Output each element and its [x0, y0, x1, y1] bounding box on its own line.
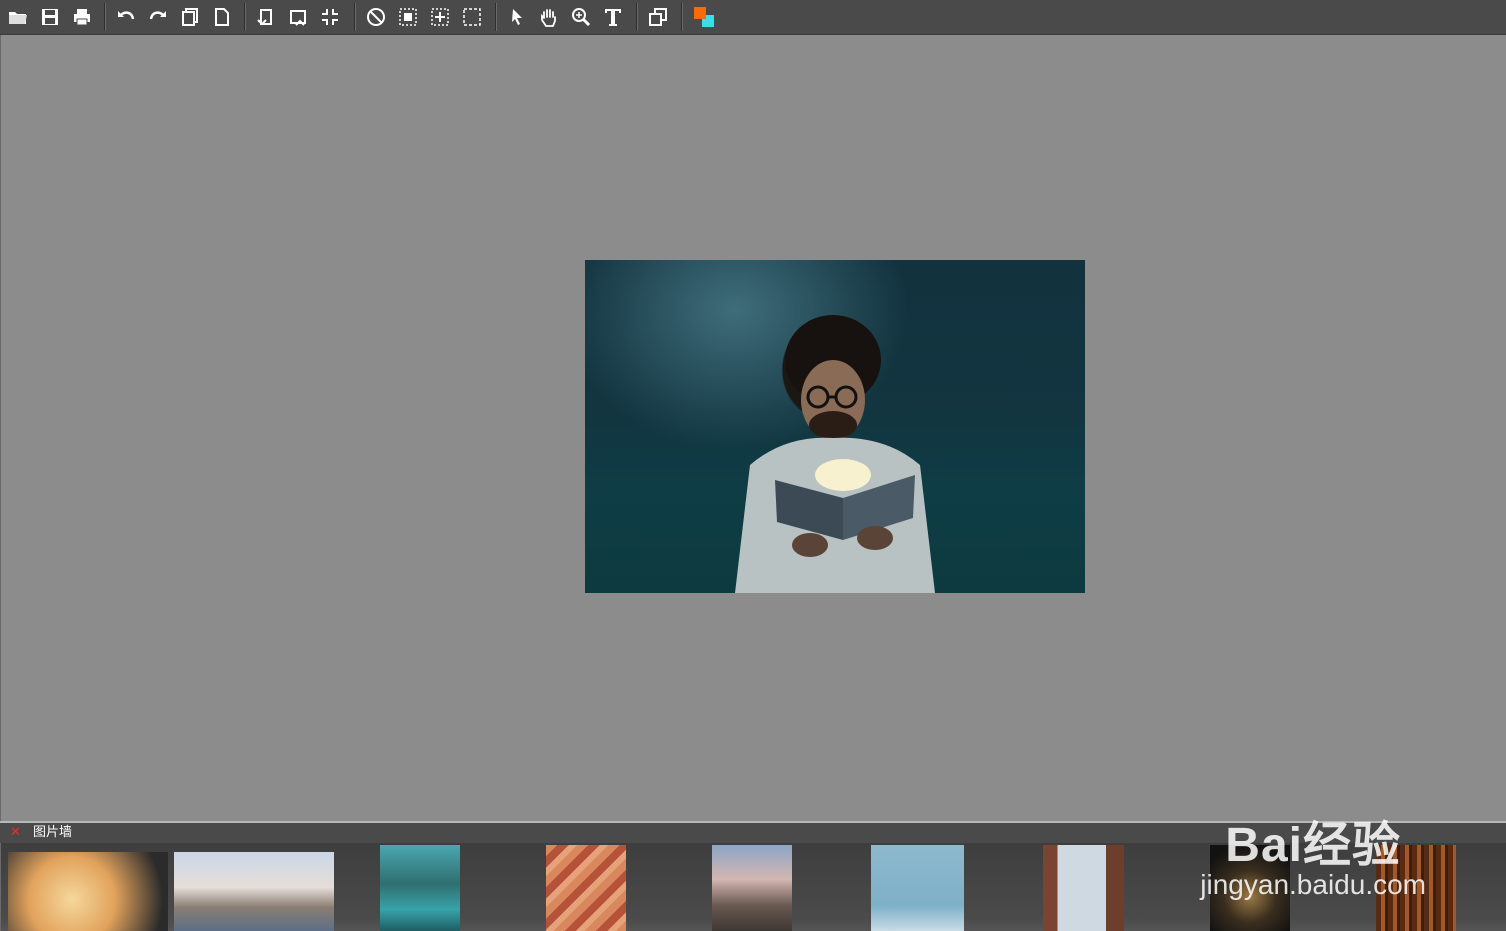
displayed-photo[interactable]	[585, 260, 1085, 593]
thumbnail-canyon[interactable]	[546, 845, 626, 931]
rotate-left-icon[interactable]	[252, 3, 280, 31]
thumbnail-pizza[interactable]	[8, 852, 168, 931]
fit-screen-icon[interactable]	[316, 3, 344, 31]
copy-icon[interactable]	[176, 3, 204, 31]
thumbnail-venice[interactable]	[174, 852, 334, 931]
thumbnail-bookshelf[interactable]	[1376, 845, 1456, 931]
text-icon[interactable]	[599, 3, 627, 31]
redo-icon[interactable]	[144, 3, 172, 31]
thumbnail-night[interactable]	[1210, 845, 1290, 931]
thumbnail-lake[interactable]	[380, 845, 460, 931]
no-symbol-icon[interactable]	[362, 3, 390, 31]
open-folder-icon[interactable]	[4, 3, 32, 31]
duplicate-icon[interactable]	[644, 3, 672, 31]
select-center-icon[interactable]	[426, 3, 454, 31]
save-icon[interactable]	[36, 3, 64, 31]
toolbar-separator	[354, 3, 356, 31]
toolbar-separator	[495, 3, 497, 31]
thumbnail-street[interactable]	[1043, 845, 1124, 931]
toolbar	[0, 0, 1506, 35]
print-icon[interactable]	[68, 3, 96, 31]
toolbar-separator	[244, 3, 246, 31]
picture-wall-header: ✕ 图片墙	[0, 821, 1506, 843]
dashed-select-icon[interactable]	[458, 3, 486, 31]
close-icon[interactable]: ✕	[10, 825, 21, 841]
thumbnail-colosseum[interactable]	[712, 845, 792, 931]
hand-icon[interactable]	[535, 3, 563, 31]
toolbar-separator	[636, 3, 638, 31]
zoom-icon[interactable]	[567, 3, 595, 31]
pointer-icon[interactable]	[503, 3, 531, 31]
color-swatch-icon[interactable]	[690, 3, 718, 31]
toolbar-separator	[681, 3, 683, 31]
picture-wall	[0, 843, 1506, 931]
picture-wall-title: 图片墙	[33, 825, 73, 840]
toolbar-separator	[104, 3, 106, 31]
undo-icon[interactable]	[112, 3, 140, 31]
thumbnail-sky[interactable]	[871, 845, 964, 931]
rotate-right-icon[interactable]	[284, 3, 312, 31]
new-page-icon[interactable]	[208, 3, 236, 31]
select-rect-icon[interactable]	[394, 3, 422, 31]
